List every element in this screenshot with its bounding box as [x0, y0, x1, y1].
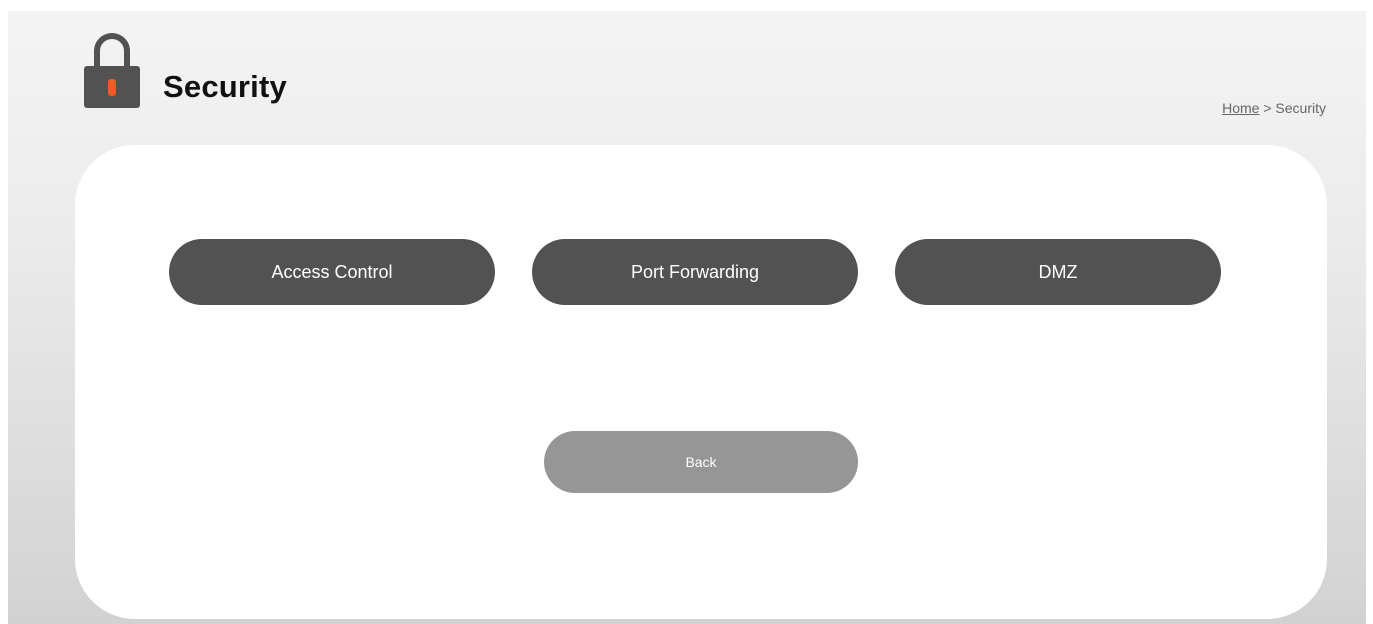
- back-button[interactable]: Back: [544, 431, 858, 493]
- access-control-button[interactable]: Access Control: [169, 239, 495, 305]
- breadcrumb-separator: >: [1259, 100, 1276, 116]
- breadcrumb: Home > Security: [1222, 100, 1326, 116]
- page-header: Security Home > Security: [8, 11, 1366, 146]
- page-title: Security: [163, 69, 287, 104]
- dmz-button[interactable]: DMZ: [895, 239, 1221, 305]
- breadcrumb-home-link[interactable]: Home: [1222, 100, 1259, 116]
- breadcrumb-current: Security: [1275, 100, 1326, 116]
- lock-icon: [82, 32, 142, 108]
- page: Security Home > Security Access Control …: [8, 11, 1366, 624]
- content-card: Access Control Port Forwarding DMZ Back: [75, 145, 1327, 619]
- port-forwarding-button[interactable]: Port Forwarding: [532, 239, 858, 305]
